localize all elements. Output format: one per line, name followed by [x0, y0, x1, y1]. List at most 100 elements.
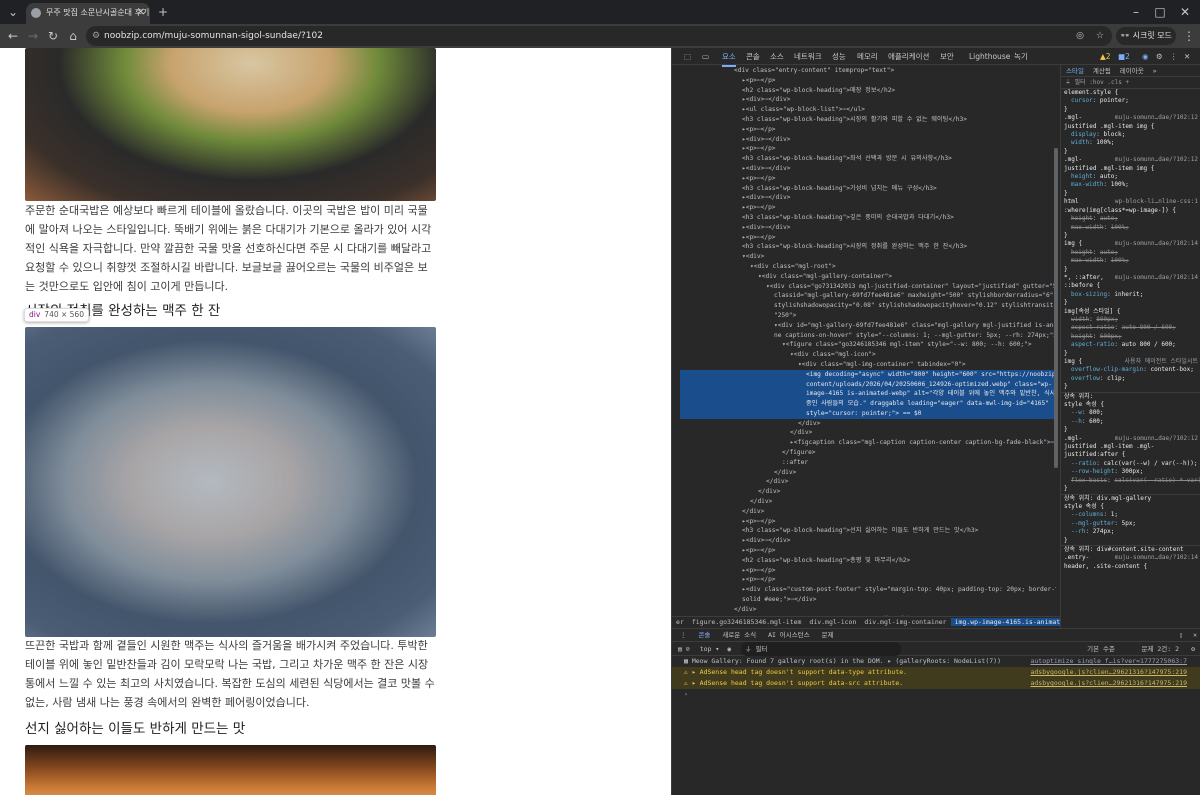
css-property[interactable]: overflow	[1071, 375, 1100, 382]
css-property[interactable]: --ratio	[1071, 460, 1096, 467]
tab-styles[interactable]: 스타일	[1066, 67, 1084, 75]
css-selector[interactable]: :where(img[class*=wp-image-]) {	[1061, 207, 1200, 215]
dom-node-line[interactable]: ▸<div class="custom-post-footer" style="…	[680, 585, 1056, 595]
css-selector[interactable]: justified .mgl-item .mgl-	[1061, 443, 1200, 451]
css-declaration[interactable]: max-width: 100%;	[1061, 224, 1200, 232]
css-selector[interactable]: }	[1061, 426, 1200, 434]
settings-gear-icon[interactable]: ⚙	[1156, 48, 1163, 65]
back-icon[interactable]: ←	[4, 24, 22, 48]
dom-node-line[interactable]: <h3 class="wp-block-heading">시장의 활기와 피할 …	[680, 115, 1056, 125]
dom-node-line[interactable]: ▸<p>⋯</p>	[680, 546, 1056, 556]
dom-node-line[interactable]: </figure>	[680, 448, 1056, 458]
sidebar-toggle-icon[interactable]: ▤	[678, 645, 682, 653]
css-property[interactable]: max-width	[1071, 181, 1104, 188]
close-window-button[interactable]: ✕	[1175, 0, 1195, 24]
warning-count-badge[interactable]: ▲2	[1100, 48, 1111, 65]
css-value[interactable]: 800px;	[1096, 316, 1118, 323]
dom-node-line[interactable]: </div>	[680, 497, 1056, 507]
css-declaration[interactable]: --h: 600;	[1061, 418, 1200, 426]
css-property[interactable]: width	[1071, 139, 1089, 146]
css-value[interactable]: pointer;	[1100, 97, 1129, 104]
css-property[interactable]: --columns	[1071, 511, 1104, 518]
dom-node-line[interactable]: ▸<figcaption class="mgl-caption caption-…	[680, 438, 1056, 448]
dom-node-line[interactable]: ▾<div class="mgl-icon">	[680, 350, 1056, 360]
css-selector[interactable]: 사용자 에이전트 스타일시트 img {	[1061, 358, 1200, 366]
css-selector[interactable]: wp-block-li…nline-css:1 html	[1061, 198, 1200, 206]
css-property[interactable]: height	[1071, 215, 1093, 222]
dom-node-line[interactable]: ▸<p>⋯</p>	[680, 575, 1056, 585]
css-declaration[interactable]: box-sizing: inherit;	[1061, 291, 1200, 299]
selected-node-line[interactable]: content/uploads/2026/04/20250606_124926-…	[680, 379, 1056, 390]
css-selector[interactable]: }	[1061, 299, 1200, 307]
css-property[interactable]: box-sizing	[1071, 291, 1107, 298]
dom-node-line[interactable]: classid="mgl-gallery-69fd7fee481e6" maxh…	[680, 291, 1056, 301]
message-count-badge[interactable]: ■2	[1118, 48, 1130, 65]
dom-node-line[interactable]: <h2 class="wp-block-heading">매장 정보</h2>	[680, 86, 1056, 96]
device-toolbar-icon[interactable]: ▭	[702, 48, 709, 65]
dom-node-line[interactable]: <h3 class="wp-block-heading">선지 싫어하는 이들도…	[680, 526, 1056, 536]
css-value[interactable]: calc(var(--w) / var(--h));	[1104, 460, 1198, 467]
css-property[interactable]: max-width	[1071, 257, 1104, 264]
tab-memory[interactable]: 메모리	[857, 48, 878, 65]
dom-node-line[interactable]: <h2 class="wp-block-heading">총평 및 마무리</h…	[680, 556, 1056, 566]
breadcrumb-item[interactable]: figure.go3246185346.mgl-item	[688, 618, 806, 626]
css-selector[interactable]: header, .site-content {	[1061, 563, 1200, 571]
css-property[interactable]: --mgl-gutter	[1071, 520, 1114, 527]
dom-node-line[interactable]: solid #eee;">⋯</div>	[680, 595, 1056, 605]
drawer-tab-ai[interactable]: AI 어시스턴스	[768, 631, 810, 639]
css-declaration[interactable]: flex-basis: calc(var(--ratio) * var(--rh…	[1061, 477, 1200, 485]
css-value[interactable]: content-box;	[1150, 366, 1193, 373]
dom-node-line[interactable]: ▸<div>⋯</div>	[680, 193, 1056, 203]
css-selector[interactable]: }	[1061, 485, 1200, 493]
css-property[interactable]: cursor	[1071, 97, 1093, 104]
dom-node-line[interactable]: ::after	[680, 458, 1056, 468]
inherited-header[interactable]: 상속 위치: div#content.site-content	[1061, 544, 1200, 554]
css-selector[interactable]: justified .mgl-item img {	[1061, 165, 1200, 173]
tab-more[interactable]: »	[1153, 67, 1157, 75]
css-source-link[interactable]: muju-somunn…dae/?102:14	[1115, 240, 1200, 248]
dom-node-line[interactable]: ▾<div class="go731342013 mgl-justified-c…	[680, 282, 1056, 292]
dock-icon[interactable]: ▯	[1179, 629, 1183, 642]
dom-node-line[interactable]: ▾<div class="mgl-img-container" tabindex…	[680, 360, 1056, 370]
css-selector[interactable]: muju-somunn…dae/?102:12 .mgl-	[1061, 156, 1200, 164]
css-property[interactable]: max-width	[1071, 224, 1104, 231]
inherited-header[interactable]: 상속 위치: div.mgl-gallery	[1061, 493, 1200, 503]
css-property[interactable]: height	[1071, 333, 1093, 340]
css-selector[interactable]: }	[1061, 232, 1200, 240]
css-source-link[interactable]: muju-somunn…dae/?102:14	[1115, 274, 1200, 282]
bookmark-star-icon[interactable]: ☆	[1096, 26, 1104, 46]
browser-tab[interactable]: 무주 맛집 소문난시골순대 후기 ✕	[26, 3, 150, 24]
site-info-icon[interactable]: ⚙	[92, 26, 100, 46]
css-selector[interactable]: muju-somunn…dae/?102:12 .mgl-	[1061, 114, 1200, 122]
css-value[interactable]: 600;	[1089, 418, 1103, 425]
breadcrumb-item[interactable]: er	[672, 618, 688, 626]
dom-node-line[interactable]: <h3 class="wp-block-heading">시장의 정취를 완성하…	[680, 242, 1056, 252]
dom-node-line[interactable]: <h3 class="wp-block-heading">좌석 선택과 방문 시…	[680, 154, 1056, 164]
forward-icon[interactable]: →	[24, 24, 42, 48]
address-bar[interactable]: ⚙ noobzip.com/muju-somunnan-sigol-sundae…	[86, 26, 1112, 46]
selected-node-line[interactable]: 중인 사람들의 모습." draggable loading="eager" d…	[680, 399, 1056, 409]
menu-dots-icon[interactable]: ⋮	[1180, 24, 1198, 48]
css-selector[interactable]: style 속성 {	[1061, 503, 1200, 511]
css-declaration[interactable]: display: block;	[1061, 131, 1200, 139]
more-options-icon[interactable]: ⋮	[1170, 48, 1178, 65]
css-source-link[interactable]: 사용자 에이전트 스타일시트	[1125, 358, 1200, 366]
css-declaration[interactable]: height: 600px;	[1061, 333, 1200, 341]
drawer-menu-icon[interactable]: ⋮	[680, 631, 687, 639]
dom-node-line[interactable]: ▸<p>⋯</p>	[680, 125, 1056, 135]
css-selector[interactable]: }	[1061, 106, 1200, 114]
elements-tree[interactable]: <div class="entry-content" itemprop="tex…	[680, 66, 1056, 616]
dom-node-line[interactable]: </div>	[680, 419, 1056, 429]
dom-node-line[interactable]: ▸<div>⋯</div>	[680, 164, 1056, 174]
css-declaration[interactable]: --ratio: calc(var(--w) / var(--h));	[1061, 460, 1200, 468]
breadcrumb-item[interactable]: img.wp-image-4165.is-animated-webp	[950, 618, 1060, 626]
css-selector[interactable]: element.style {	[1061, 89, 1200, 97]
add-rule-icon[interactable]: +	[1125, 79, 1129, 86]
dom-node-line[interactable]: stylishshadowopacity="0.08" stylishshado…	[680, 301, 1056, 311]
dom-node-line[interactable]: ▸<div>⋯</div>	[680, 135, 1056, 145]
close-devtools-icon[interactable]: ✕	[1184, 48, 1190, 65]
eye-icon[interactable]: ◉	[727, 645, 731, 653]
console-source-link[interactable]: adsbygoogle.js?clien…29621316?147975:219	[1030, 678, 1187, 689]
dom-node-line[interactable]: ▸<div>⋯</div>	[680, 223, 1056, 233]
dom-node-line[interactable]: ▾<div class="mgl-gallery-container">	[680, 272, 1056, 282]
